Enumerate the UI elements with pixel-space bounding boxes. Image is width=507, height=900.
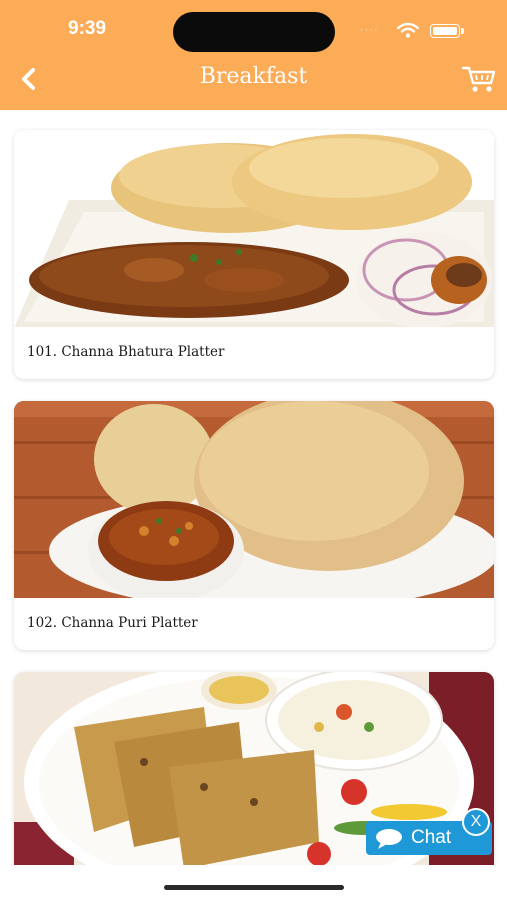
chat-close-button[interactable]: X xyxy=(462,808,490,836)
chat-bubble-icon xyxy=(376,829,402,849)
menu-list[interactable]: 101. Channa Bhatura Platter 102. Channa … xyxy=(0,110,507,865)
dynamic-island xyxy=(173,12,335,52)
home-indicator[interactable] xyxy=(164,885,344,890)
status-time: 9:39 xyxy=(68,18,107,39)
menu-item-card[interactable]: 101. Channa Bhatura Platter xyxy=(14,130,494,379)
channa-bhatura-image xyxy=(14,130,494,327)
menu-item-card[interactable]: 102. Channa Puri Platter xyxy=(14,401,494,650)
app-header: 9:39 ···· Breakfast xyxy=(0,0,507,110)
wifi-icon xyxy=(397,22,419,38)
signal-icon: ···· xyxy=(360,24,379,36)
page-title: Breakfast xyxy=(199,64,308,89)
menu-item-name: 102. Channa Puri Platter xyxy=(27,615,198,631)
channa-puri-image xyxy=(14,401,494,598)
menu-item-name: 101. Channa Bhatura Platter xyxy=(27,344,225,360)
cart-icon[interactable] xyxy=(461,64,497,94)
chat-label: Chat xyxy=(411,827,452,848)
battery-icon xyxy=(430,24,464,40)
